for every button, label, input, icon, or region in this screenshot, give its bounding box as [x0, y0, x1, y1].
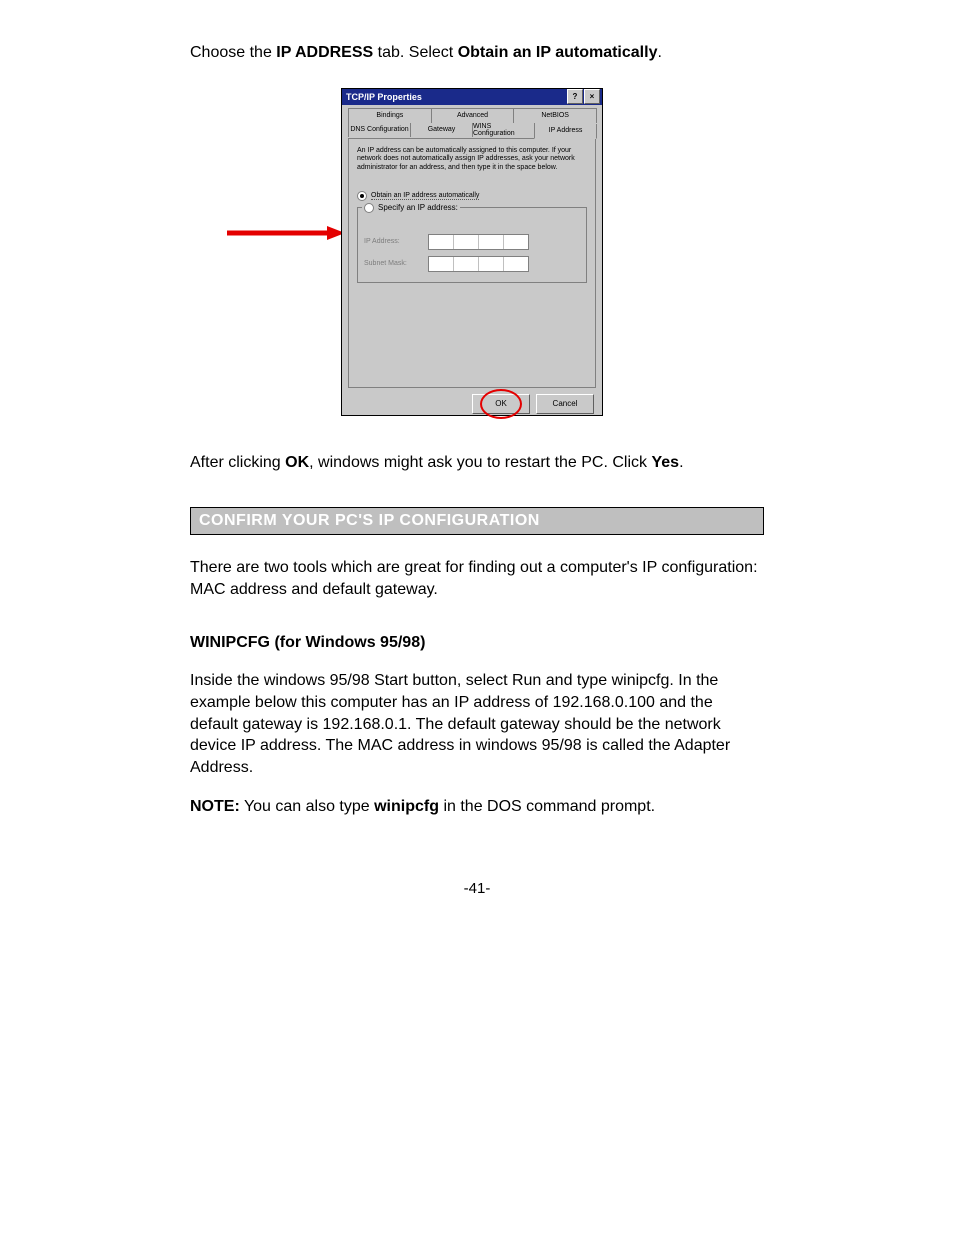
tab-strip: Bindings Advanced NetBIOS DNS Configurat…: [342, 105, 602, 138]
tab-advanced[interactable]: Advanced: [431, 108, 515, 123]
tcpip-properties-dialog: TCP/IP Properties ? × Bindings Advanced …: [341, 88, 603, 416]
specify-ip-group: Specify an IP address: IP Address: Subne…: [357, 207, 587, 283]
tab-wins-configuration[interactable]: WINS Configuration: [472, 123, 535, 137]
radio-icon: [364, 203, 374, 213]
radio-icon: [357, 191, 367, 201]
intro-paragraph: Choose the IP ADDRESS tab. Select Obtain…: [190, 42, 764, 64]
info-text: An IP address can be automatically assig…: [357, 147, 587, 173]
winipcfg-paragraph: Inside the windows 95/98 Start button, s…: [190, 670, 764, 778]
tab-gateway[interactable]: Gateway: [410, 123, 473, 137]
text: tab. Select: [373, 44, 458, 61]
tab-bindings[interactable]: Bindings: [348, 108, 432, 123]
field-label-ip: IP Address:: [364, 238, 428, 245]
radio-obtain-auto[interactable]: Obtain an IP address automatically: [357, 191, 587, 201]
after-ok-paragraph: After clicking OK, windows might ask you…: [190, 452, 764, 474]
tab-dns-configuration[interactable]: DNS Configuration: [348, 123, 411, 137]
text: in the DOS command prompt.: [439, 798, 655, 815]
tab-panel-ip-address: An IP address can be automatically assig…: [348, 138, 596, 388]
dialog-figure: TCP/IP Properties ? × Bindings Advanced …: [287, 88, 667, 428]
text: You can also type: [240, 798, 374, 815]
help-button[interactable]: ?: [567, 89, 583, 104]
tab-row-front: DNS Configuration Gateway WINS Configura…: [348, 123, 596, 138]
tab-row-back: Bindings Advanced NetBIOS: [348, 108, 596, 123]
text: .: [657, 44, 661, 61]
text-bold: winipcfg: [374, 798, 439, 815]
winipcfg-heading: WINIPCFG (for Windows 95/98): [190, 634, 764, 652]
cancel-button[interactable]: Cancel: [536, 394, 594, 414]
tab-netbios[interactable]: NetBIOS: [513, 108, 597, 123]
dialog-buttons: OK Cancel: [342, 388, 602, 414]
text: .: [679, 454, 683, 471]
text: Choose the: [190, 44, 276, 61]
text-bold: Yes: [651, 454, 679, 471]
document-page: Choose the IP ADDRESS tab. Select Obtain…: [0, 0, 954, 1235]
section-heading-bar: CONFIRM YOUR PC'S IP CONFIGURATION: [190, 507, 764, 535]
radio-label: Specify an IP address:: [378, 203, 458, 212]
field-row-mask: Subnet Mask:: [364, 256, 580, 272]
dialog-title: TCP/IP Properties: [344, 92, 566, 102]
radio-specify-ip[interactable]: Specify an IP address:: [362, 203, 460, 213]
field-row-ip: IP Address:: [364, 234, 580, 250]
page-number: -41-: [0, 880, 954, 897]
text: , windows might ask you to restart the P…: [309, 454, 651, 471]
text-bold: IP ADDRESS: [276, 44, 373, 61]
subnet-mask-input[interactable]: [428, 256, 529, 272]
help-icon: ?: [573, 92, 578, 101]
close-button[interactable]: ×: [584, 89, 600, 104]
ok-button[interactable]: OK: [472, 394, 530, 414]
text-bold: NOTE:: [190, 798, 240, 815]
text-bold: OK: [285, 454, 309, 471]
callout-arrow-icon: [227, 223, 347, 243]
ip-address-input[interactable]: [428, 234, 529, 250]
radio-label: Obtain an IP address automatically: [371, 192, 479, 200]
dialog-titlebar[interactable]: TCP/IP Properties ? ×: [342, 89, 602, 105]
field-label-mask: Subnet Mask:: [364, 260, 428, 267]
text: After clicking: [190, 454, 285, 471]
tools-paragraph: There are two tools which are great for …: [190, 557, 764, 600]
section-heading: CONFIRM YOUR PC'S IP CONFIGURATION: [199, 512, 755, 530]
text-bold: Obtain an IP automatically: [458, 44, 658, 61]
note-paragraph: NOTE: You can also type winipcfg in the …: [190, 796, 764, 818]
tab-ip-address[interactable]: IP Address: [534, 124, 597, 139]
close-icon: ×: [590, 92, 595, 101]
